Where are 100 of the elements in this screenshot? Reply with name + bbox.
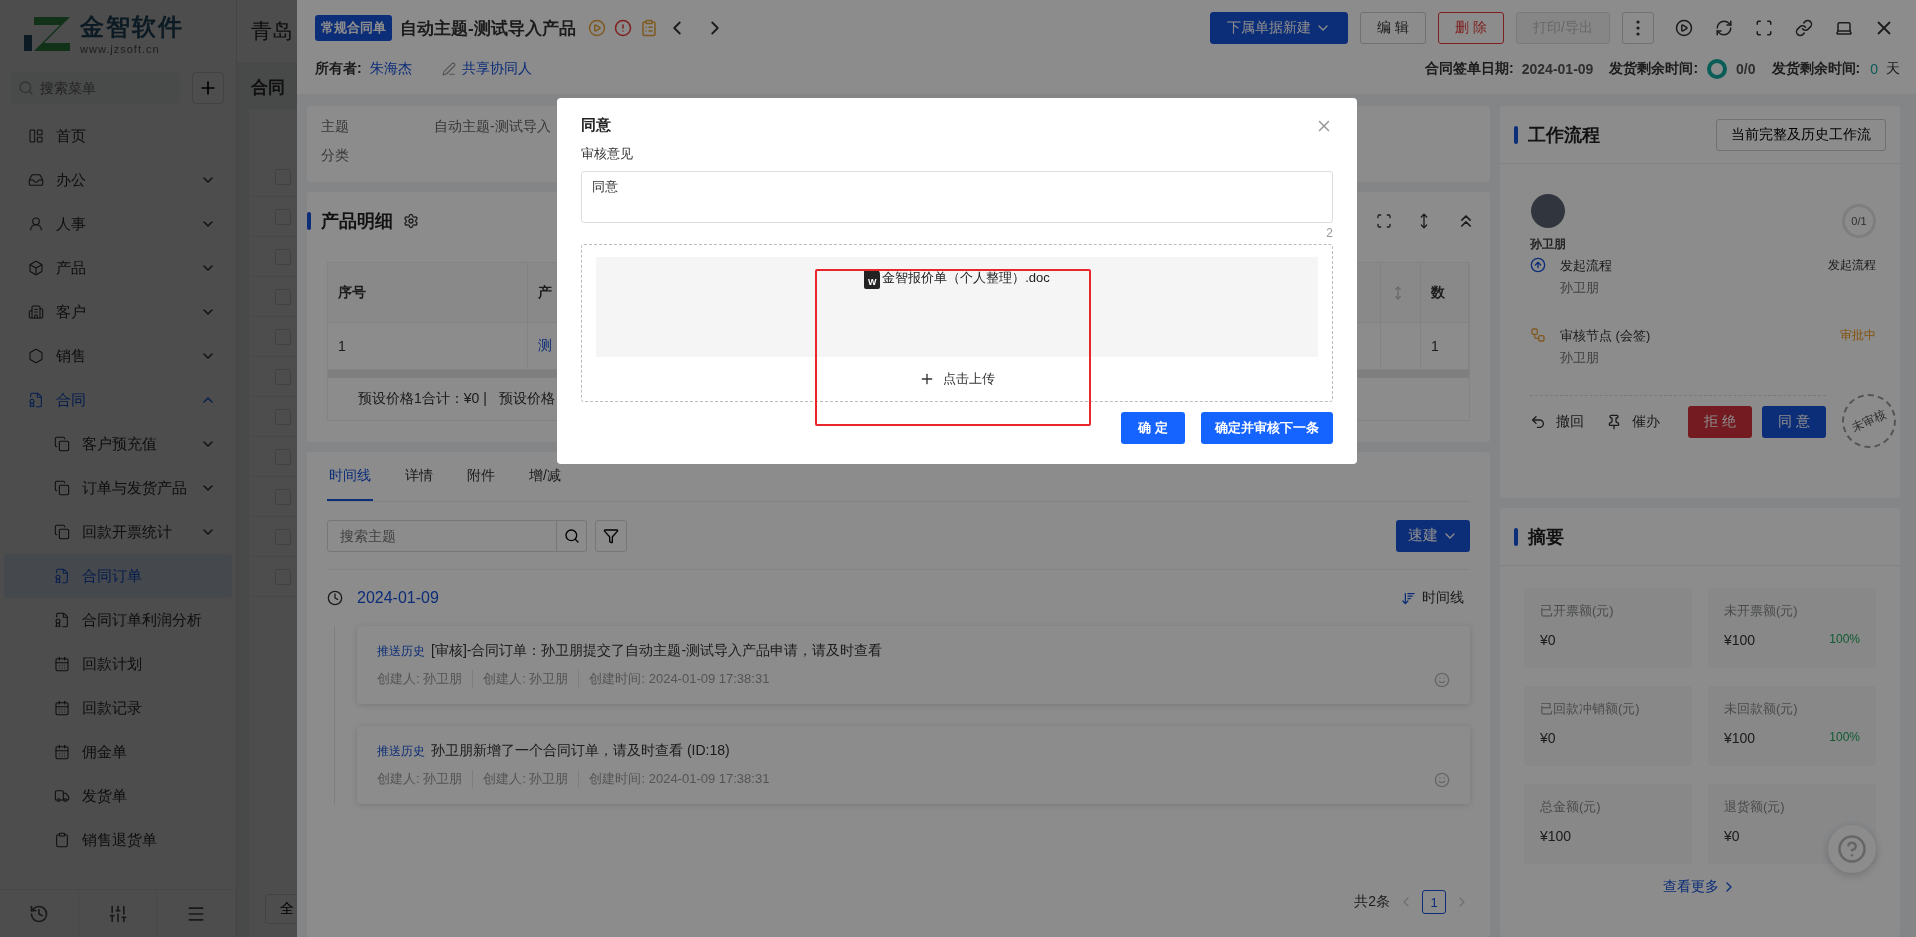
sidebar-item[interactable]: 订单与发货产品	[4, 466, 232, 510]
summary-percent: 100%	[1829, 632, 1860, 648]
avatar	[1531, 194, 1565, 228]
withdraw-button[interactable]: 撤回	[1530, 413, 1584, 431]
sidebar-item[interactable]: 产品	[4, 246, 232, 290]
summary-value: ¥100	[1540, 828, 1572, 844]
progress-ring: 0/1	[1842, 204, 1876, 238]
card-title: 摘要	[1528, 525, 1564, 549]
logo-text: 金智软件	[80, 12, 184, 42]
clipboard-icon[interactable]	[639, 19, 658, 37]
filter-icon	[603, 527, 619, 544]
sidebar-item[interactable]: 佣金单	[4, 730, 232, 774]
entry-tag: 推送历史	[377, 642, 425, 660]
file-item[interactable]: W 金智报价单（个人整理）.doc	[864, 269, 1050, 289]
tab[interactable]: 详情	[403, 452, 435, 501]
header-button[interactable]: 编 辑	[1360, 12, 1427, 44]
filter-button[interactable]	[595, 519, 627, 552]
entry-text: [审核]-合同订单：孙卫朋提交了自动主题-测试导入产品申请，请及时查看	[431, 642, 883, 660]
summary-label: 已开票额(元)	[1540, 602, 1615, 620]
column-header: 数	[1421, 263, 1469, 322]
sidebar-item[interactable]: 回款记录	[4, 686, 232, 730]
fullscreen-icon	[1755, 19, 1773, 37]
owner-link[interactable]: 朱海杰	[369, 60, 412, 78]
summary-percent: 100%	[1829, 730, 1860, 746]
view-more-link[interactable]: 查看更多	[1663, 878, 1737, 896]
smiley-icon[interactable]	[1434, 672, 1450, 688]
quick-create-button[interactable]: 速建	[1396, 519, 1470, 552]
total-text: 预设价格1合计：¥0 |	[358, 390, 487, 408]
person-name: 孙卫朋	[1530, 236, 1566, 253]
ship-label: 发货剩余时间:	[1609, 60, 1699, 78]
search-button[interactable]	[557, 519, 587, 552]
laptop-icon	[1835, 19, 1853, 37]
sidebar-item[interactable]: 客户预充值	[4, 422, 232, 466]
approve-button[interactable]: 同 意	[1762, 406, 1826, 438]
tab[interactable]: 时间线	[327, 452, 373, 501]
page-title: 合同	[251, 77, 285, 99]
history-workflow-button[interactable]: 当前完整及历史工作流	[1716, 118, 1886, 151]
sidebar-item[interactable]: 合同订单利润分析	[4, 598, 232, 642]
sidebar-item[interactable]: 回款计划	[4, 642, 232, 686]
step-person: 孙卫朋	[1560, 279, 1600, 297]
tab[interactable]: 附件	[465, 452, 497, 501]
summary-value: ¥0	[1540, 632, 1556, 648]
card-title: 工作流程	[1528, 123, 1600, 147]
smiley-icon[interactable]	[1434, 772, 1450, 788]
sidebar-item[interactable]: 回款开票统计	[4, 510, 232, 554]
settings-icon[interactable]	[403, 213, 419, 229]
summary-value: ¥100	[1724, 730, 1756, 746]
dialog-button[interactable]: 确 定	[1121, 412, 1185, 444]
sidebar-item[interactable]: 发货单	[4, 774, 232, 818]
summary-label: 未开票额(元)	[1724, 602, 1799, 620]
link-icon	[1795, 19, 1813, 37]
field-label: 主题	[321, 118, 349, 136]
reject-button[interactable]: 拒 绝	[1688, 406, 1752, 438]
field-label: 审核意见	[581, 145, 634, 163]
sign-date-label: 合同签单日期:	[1425, 60, 1514, 78]
summary-value: ¥0	[1724, 828, 1740, 844]
sidebar-item[interactable]: 销售	[4, 334, 232, 378]
total-count: 共2条	[1354, 893, 1390, 911]
summary-value: ¥0	[1540, 730, 1556, 746]
tab[interactable]: 增/减	[527, 452, 563, 501]
fullscreen-icon[interactable]	[1376, 213, 1392, 229]
more-button[interactable]	[1622, 12, 1654, 44]
add-button[interactable]	[192, 72, 224, 104]
record-title: 自动主题-测试导入产品	[400, 17, 576, 40]
sidebar-item[interactable]: 人事	[4, 202, 232, 246]
search-field[interactable]: 搜索主题	[327, 519, 557, 552]
share-link[interactable]: 共享协同人	[441, 60, 532, 78]
more-icon	[1636, 20, 1640, 36]
sign-date: 2024-01-09	[1521, 61, 1594, 77]
summary-value: ¥100	[1724, 632, 1756, 648]
card-title: 产品明细	[321, 210, 393, 233]
entry-text: 孙卫朋新增了一个合同订单，请及时查看 (ID:18)	[431, 742, 730, 760]
type-tag: 常规合同单	[315, 15, 392, 41]
view-toggle[interactable]: 时间线	[1395, 588, 1470, 608]
column-header: 序号	[328, 263, 528, 322]
char-count: 2	[1326, 226, 1333, 240]
clock-icon	[327, 590, 343, 606]
sidebar-item[interactable]: 客户	[4, 290, 232, 334]
remind-button[interactable]: 催办	[1606, 413, 1660, 431]
entry-tag: 推送历史	[377, 742, 425, 760]
ship-days: 0	[1870, 61, 1878, 77]
timeline-date: 2024-01-09	[357, 589, 439, 607]
header-button[interactable]: 下属单据新建	[1210, 12, 1349, 44]
opinion-field[interactable]: 同意	[581, 171, 1333, 223]
dialog-button[interactable]: 确定并审核下一条	[1201, 412, 1333, 444]
summary-label: 退货额(元)	[1724, 798, 1786, 816]
sidebar-item[interactable]: 办公	[4, 158, 232, 202]
search-icon	[563, 527, 580, 544]
page-button[interactable]: 1	[1422, 890, 1446, 914]
alert-icon[interactable]	[613, 19, 632, 37]
title-bar	[1514, 527, 1518, 546]
summary-label: 未回款额(元)	[1724, 700, 1799, 718]
sidebar-item[interactable]: 销售退货单	[4, 818, 232, 862]
pen-icon	[441, 62, 456, 76]
plus-icon	[919, 371, 935, 387]
sidebar-item[interactable]: 首页	[4, 114, 232, 158]
upload-button[interactable]: 点击上传	[913, 357, 1001, 401]
header-button[interactable]: 删 除	[1438, 12, 1505, 44]
network-icon	[1530, 327, 1546, 343]
play-icon[interactable]	[587, 19, 606, 37]
